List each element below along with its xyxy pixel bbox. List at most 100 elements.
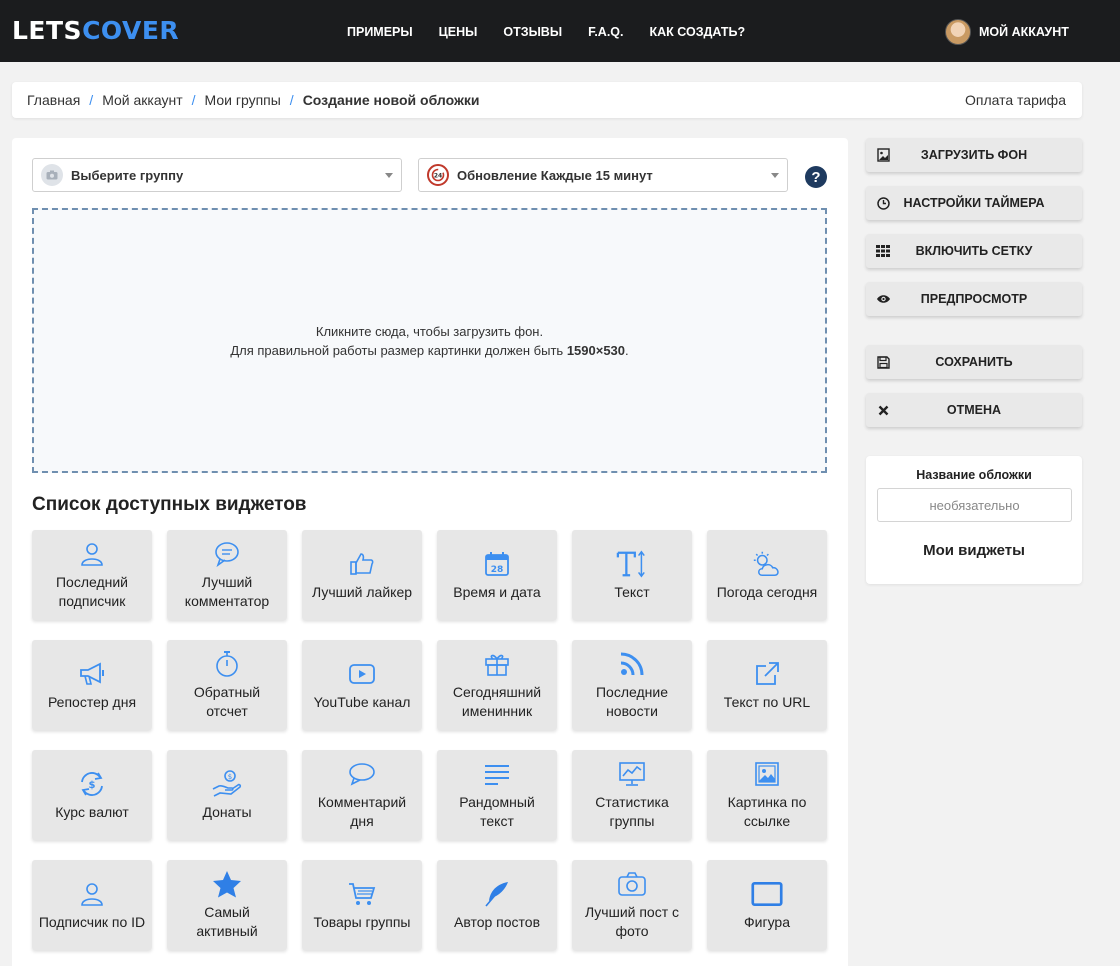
breadcrumb-current: Создание новой обложки xyxy=(302,92,480,108)
thumbs-up-icon xyxy=(346,549,378,579)
logo[interactable]: LETSCOVER xyxy=(12,17,179,45)
widget-last-subscriber[interactable]: Последний подписчик xyxy=(32,530,152,620)
editor-panel: Выберите группу 24 Обновление Каждые 15 … xyxy=(12,138,848,966)
text-icon xyxy=(616,549,648,579)
user-id-icon xyxy=(76,879,108,909)
cancel-button[interactable]: ОТМЕНА xyxy=(866,393,1082,427)
widget-shape[interactable]: Фигура xyxy=(707,860,827,950)
widget-label: Курс валют xyxy=(55,803,129,820)
cover-name-input[interactable] xyxy=(877,488,1072,522)
widget-text[interactable]: Текст xyxy=(572,530,692,620)
widget-best-commenter[interactable]: Лучший комментатор xyxy=(167,530,287,620)
widget-best-liker[interactable]: Лучший лайкер xyxy=(302,530,422,620)
button-label: НАСТРОЙКИ ТАЙМЕРА xyxy=(903,196,1045,210)
group-select[interactable]: Выберите группу xyxy=(32,158,402,192)
rss-icon xyxy=(616,649,648,679)
eye-icon xyxy=(866,294,900,304)
breadcrumb-separator: / xyxy=(89,92,94,108)
pay-plan-link[interactable]: Оплата тарифа xyxy=(965,92,1066,108)
widget-label: Фигура xyxy=(744,913,790,930)
nav-link-prices[interactable]: ЦЕНЫ xyxy=(439,24,478,40)
breadcrumb-home[interactable]: Главная xyxy=(27,92,80,108)
button-label: ВКЛЮЧИТЬ СЕТКУ xyxy=(915,244,1033,258)
update-interval-select[interactable]: 24 Обновление Каждые 15 минут xyxy=(418,158,788,192)
dropzone-line1: Кликните сюда, чтобы загрузить фон. xyxy=(315,323,544,339)
widget-comment-of-day[interactable]: Комментарий дня xyxy=(302,750,422,840)
widget-label: Текст по URL xyxy=(723,693,811,710)
widget-birthday[interactable]: Сегодняшний именинник xyxy=(437,640,557,730)
widget-image-url[interactable]: Картинка по ссылке xyxy=(707,750,827,840)
widget-label: Последний подписчик xyxy=(55,574,129,609)
external-link-icon xyxy=(751,659,783,689)
chevron-down-icon xyxy=(385,173,393,178)
star-icon xyxy=(211,869,243,899)
widget-label: Сегодняшний именинник xyxy=(452,684,542,719)
widgets-title: Список доступных виджетов xyxy=(32,494,307,515)
statistics-icon xyxy=(616,759,648,789)
widget-label: YouTube канал xyxy=(313,693,411,710)
image-icon xyxy=(751,759,783,789)
widget-donations[interactable]: $ Донаты xyxy=(167,750,287,840)
nav-link-faq[interactable]: F.A.Q. xyxy=(588,24,623,40)
widget-youtube[interactable]: YouTube канал xyxy=(302,640,422,730)
toggle-grid-button[interactable]: ВКЛЮЧИТЬ СЕТКУ xyxy=(866,234,1082,268)
widget-most-active[interactable]: Самый активный xyxy=(167,860,287,950)
widget-best-photo-post[interactable]: Лучший пост с фото xyxy=(572,860,692,950)
widget-group-stats[interactable]: Статистика группы xyxy=(572,750,692,840)
rectangle-icon xyxy=(751,879,783,909)
breadcrumb: Главная / Мой аккаунт / Мои группы / Соз… xyxy=(27,92,479,108)
widget-news[interactable]: Последние новости xyxy=(572,640,692,730)
nav-link-examples[interactable]: ПРИМЕРЫ xyxy=(347,24,413,40)
breadcrumb-groups[interactable]: Мои группы xyxy=(205,92,281,108)
widget-random-text[interactable]: Рандомный текст xyxy=(437,750,557,840)
upload-background-button[interactable]: ЗАГРУЗИТЬ ФОН xyxy=(866,138,1082,172)
currency-exchange-icon: $ xyxy=(76,769,108,799)
nav-link-how-to[interactable]: КАК СОЗДАТЬ? xyxy=(650,24,746,40)
widget-countdown[interactable]: Обратный отсчет xyxy=(167,640,287,730)
floppy-disk-icon xyxy=(866,355,900,369)
dropzone-size: 1590×530 xyxy=(566,342,626,358)
widget-weather[interactable]: Погода сегодня xyxy=(707,530,827,620)
donate-hand-icon: $ xyxy=(211,769,243,799)
button-label: СОХРАНИТЬ xyxy=(935,355,1013,369)
widget-label: Время и дата xyxy=(453,583,541,600)
widget-label: Автор постов xyxy=(453,913,541,930)
background-dropzone[interactable]: Кликните сюда, чтобы загрузить фон. Для … xyxy=(32,208,827,473)
breadcrumb-account[interactable]: Мой аккаунт xyxy=(102,92,182,108)
widget-time-date[interactable]: 28 Время и дата xyxy=(437,530,557,620)
cover-name-label: Название обложки xyxy=(916,468,1032,482)
timer-settings-button[interactable]: НАСТРОЙКИ ТАЙМЕРА xyxy=(866,186,1082,220)
svg-text:28: 28 xyxy=(491,565,504,575)
breadcrumb-bar: Главная / Мой аккаунт / Мои группы / Соз… xyxy=(12,82,1082,118)
widget-group-products[interactable]: Товары группы xyxy=(302,860,422,950)
account-menu[interactable]: МОЙ АККАУНТ xyxy=(945,19,1069,45)
widget-label: Донаты xyxy=(202,803,252,820)
save-button[interactable]: СОХРАНИТЬ xyxy=(866,345,1082,379)
button-label: ЗАГРУЗИТЬ ФОН xyxy=(920,148,1028,162)
widget-text-url[interactable]: Текст по URL xyxy=(707,640,827,730)
widget-label: Подписчик по ID xyxy=(38,913,146,930)
widget-label: Статистика группы xyxy=(595,794,669,829)
widget-post-author[interactable]: Автор постов xyxy=(437,860,557,950)
nav-link-reviews[interactable]: ОТЗЫВЫ xyxy=(503,24,562,40)
svg-text:$: $ xyxy=(228,773,232,781)
button-label: ПРЕДПРОСМОТР xyxy=(920,292,1028,306)
megaphone-icon xyxy=(76,659,108,689)
help-icon[interactable]: ? xyxy=(805,166,827,188)
widget-reposter[interactable]: Репостер дня xyxy=(32,640,152,730)
text-lines-icon xyxy=(481,759,513,789)
update-cycle-icon: 24 xyxy=(427,164,449,186)
calendar-icon: 28 xyxy=(481,549,513,579)
widget-subscriber-id[interactable]: Подписчик по ID xyxy=(32,860,152,950)
top-navbar: LETSCOVER ПРИМЕРЫ ЦЕНЫ ОТЗЫВЫ F.A.Q. КАК… xyxy=(0,0,1120,62)
breadcrumb-separator: / xyxy=(191,92,196,108)
close-icon xyxy=(866,405,900,416)
svg-text:$: $ xyxy=(89,780,96,791)
widget-label: Лучший лайкер xyxy=(311,583,413,600)
widget-label: Обратный отсчет xyxy=(193,684,261,719)
widget-label: Рандомный текст xyxy=(459,794,535,829)
group-select-value: Выберите группу xyxy=(71,167,184,183)
widget-currency[interactable]: $ Курс валют xyxy=(32,750,152,840)
gift-icon xyxy=(481,649,513,679)
preview-button[interactable]: ПРЕДПРОСМОТР xyxy=(866,282,1082,316)
